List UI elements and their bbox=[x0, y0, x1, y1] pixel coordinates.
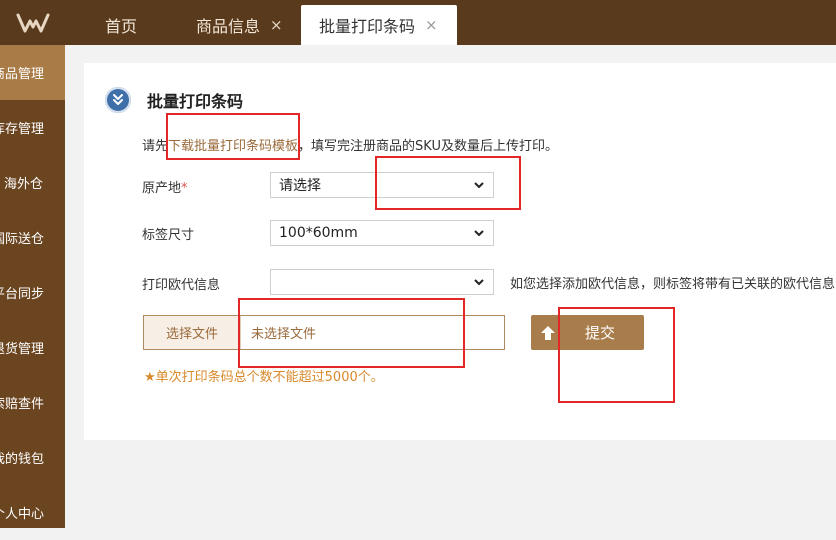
sidebar-item-personal-center[interactable]: 个人中心 bbox=[0, 485, 65, 540]
instruction-prefix: 请先 bbox=[142, 139, 169, 154]
origin-label: 原产地* bbox=[142, 177, 188, 196]
sidebar: 商品管理 库存管理 海外仓 国际送仓 平台同步 退货管理 索赔查件 我的钱包 个… bbox=[0, 45, 65, 528]
sidebar-item-label: 国际送仓 bbox=[0, 232, 45, 247]
eu-rep-select[interactable] bbox=[270, 269, 494, 295]
label-size-value: 100*60mm bbox=[279, 225, 358, 241]
page-header: 批量打印条码 bbox=[105, 87, 243, 113]
chevron-down-icon bbox=[474, 279, 484, 286]
annotation-box bbox=[238, 298, 465, 368]
star-icon: ★ bbox=[144, 370, 156, 385]
sidebar-item-label: 索赔查件 bbox=[0, 397, 45, 412]
sidebar-item-label: 海外仓 bbox=[4, 177, 44, 192]
sidebar-item-inventory[interactable]: 库存管理 bbox=[0, 100, 65, 155]
page-title: 批量打印条码 bbox=[147, 92, 244, 111]
required-mark: * bbox=[181, 181, 188, 196]
sidebar-item-label: 商品管理 bbox=[0, 67, 45, 82]
sidebar-item-international-delivery[interactable]: 国际送仓 bbox=[0, 210, 65, 265]
sidebar-item-label: 我的钱包 bbox=[0, 452, 45, 467]
sidebar-item-claims[interactable]: 索赔查件 bbox=[0, 375, 65, 430]
sidebar-item-overseas-warehouse[interactable]: 海外仓 bbox=[0, 155, 65, 210]
sidebar-item-product-management[interactable]: 商品管理 bbox=[0, 45, 65, 100]
tab-label: 首页 bbox=[104, 17, 137, 36]
sidebar-item-label: 库存管理 bbox=[0, 122, 45, 137]
label-size-select[interactable]: 100*60mm bbox=[270, 220, 494, 246]
instruction-suffix: ，填写完注册商品的SKU及数量后上传打印。 bbox=[298, 139, 558, 154]
eu-rep-hint: 如您选择添加欧代信息，则标签将带有已关联的欧代信息 bbox=[510, 277, 836, 292]
label-size-label: 标签尺寸 bbox=[142, 228, 195, 243]
close-icon[interactable]: × bbox=[270, 16, 283, 34]
download-circle-icon bbox=[105, 87, 131, 113]
tab-home[interactable]: 首页 bbox=[90, 5, 152, 45]
tab-label: 批量打印条码 bbox=[319, 17, 416, 36]
limit-note-text: 单次打印条码总个数不能超过5000个。 bbox=[155, 370, 384, 385]
sidebar-item-label: 平台同步 bbox=[0, 287, 45, 302]
sidebar-item-label: 退货管理 bbox=[0, 342, 45, 357]
tab-label: 商品信息 bbox=[196, 17, 261, 36]
close-icon[interactable]: × bbox=[425, 16, 438, 34]
tab-product-info[interactable]: 商品信息 × bbox=[180, 5, 300, 45]
sidebar-item-returns[interactable]: 退货管理 bbox=[0, 320, 65, 375]
eu-rep-label: 打印欧代信息 bbox=[142, 278, 221, 293]
top-bar: 首页 商品信息 × 批量打印条码 × bbox=[0, 0, 836, 45]
sidebar-item-label: 个人中心 bbox=[0, 507, 45, 522]
annotation-box bbox=[166, 113, 300, 160]
chevron-down-icon bbox=[474, 230, 484, 237]
origin-label-text: 原产地 bbox=[142, 181, 182, 196]
sidebar-item-platform-sync[interactable]: 平台同步 bbox=[0, 265, 65, 320]
annotation-box bbox=[558, 307, 675, 403]
limit-note: ★单次打印条码总个数不能超过5000个。 bbox=[144, 366, 384, 385]
tab-batch-print-barcode[interactable]: 批量打印条码 × bbox=[301, 5, 457, 45]
sidebar-item-wallet[interactable]: 我的钱包 bbox=[0, 430, 65, 485]
origin-select-value: 请选择 bbox=[279, 178, 321, 194]
annotation-box bbox=[375, 156, 521, 210]
choose-file-button[interactable]: 选择文件 bbox=[144, 316, 241, 349]
brand-logo-icon[interactable] bbox=[0, 0, 65, 45]
